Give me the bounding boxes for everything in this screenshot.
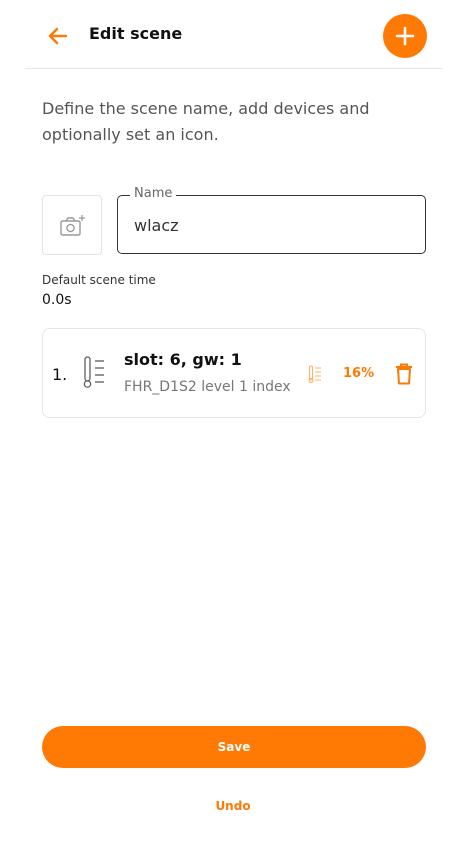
arrow-left-icon xyxy=(48,27,68,45)
device-subtitle: FHR_D1S2 level 1 index xyxy=(124,379,291,395)
scene-icon-picker[interactable] xyxy=(42,195,102,255)
level-slider-icon[interactable] xyxy=(308,365,322,383)
page-title: Edit scene xyxy=(89,24,183,43)
edit-scene-screen: Edit scene Define the scene name, add de… xyxy=(0,0,466,841)
camera-add-icon xyxy=(60,215,85,236)
device-index: 1. xyxy=(52,365,68,384)
device-card[interactable]: 1. slot: 6, gw: 1 FHR_D1S2 level 1 index… xyxy=(42,328,426,418)
app-header: Edit scene xyxy=(0,0,466,70)
name-input[interactable] xyxy=(134,216,404,235)
save-button[interactable]: Save xyxy=(42,726,426,768)
back-button[interactable] xyxy=(44,22,72,50)
scene-time-label: Default scene time xyxy=(42,273,156,287)
device-level-percent[interactable]: 16% xyxy=(343,366,374,381)
thermometer-level-icon xyxy=(83,356,104,388)
trash-icon[interactable] xyxy=(395,363,413,385)
scene-description: Define the scene name, add devices and o… xyxy=(42,99,370,144)
device-title: slot: 6, gw: 1 xyxy=(124,350,242,369)
plus-icon xyxy=(395,26,415,46)
add-device-button[interactable] xyxy=(383,14,427,58)
name-field-label: Name xyxy=(130,186,177,201)
scene-time-value[interactable]: 0.0s xyxy=(42,292,72,308)
header-divider xyxy=(25,68,443,69)
undo-button[interactable]: Undo xyxy=(183,795,283,817)
name-field[interactable]: Name xyxy=(117,186,426,254)
